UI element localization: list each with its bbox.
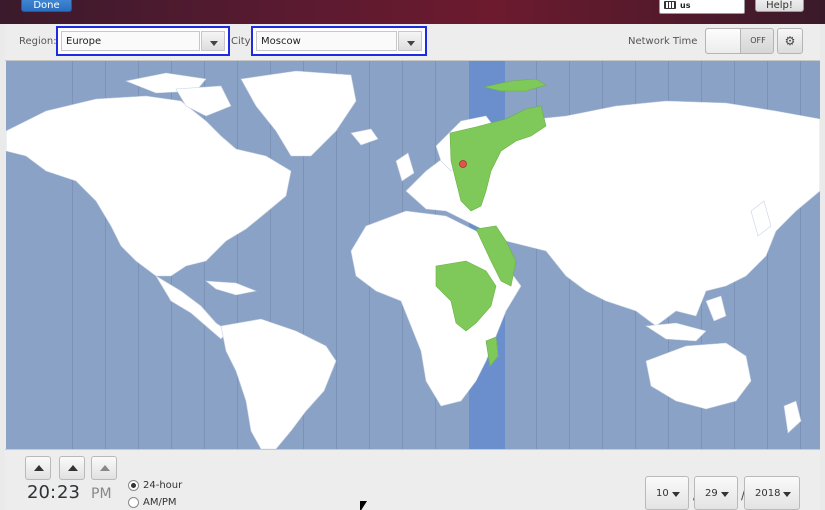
timezone-toolbar: Region: Europe City: Moscow Network Time… — [5, 24, 820, 61]
keyboard-layout-indicator[interactable]: us — [659, 0, 745, 14]
location-pin-icon — [459, 160, 467, 168]
format-24h-label: 24-hour — [143, 480, 183, 491]
time-hours: 20 — [27, 482, 50, 503]
hour-up-button[interactable] — [25, 456, 51, 480]
city-value[interactable]: Moscow — [256, 31, 397, 51]
time-minutes: 23 — [57, 482, 80, 503]
network-time-switch[interactable]: OFF — [705, 28, 774, 54]
switch-state: OFF — [750, 36, 766, 45]
chevron-down-icon[interactable] — [398, 31, 422, 51]
keyboard-layout-label: us — [680, 0, 691, 10]
city-combobox[interactable]: Moscow — [251, 26, 427, 56]
time-separator: : — [50, 482, 57, 503]
world-map-land — [6, 70, 820, 449]
keyboard-icon — [664, 1, 676, 9]
chevron-down-icon[interactable] — [201, 31, 225, 51]
city-label: City: — [231, 36, 254, 47]
help-button[interactable]: Help! — [755, 0, 804, 12]
network-time-settings-button[interactable]: ⚙ — [777, 28, 803, 54]
region-combobox[interactable]: Europe — [56, 26, 230, 56]
region-value[interactable]: Europe — [61, 31, 200, 51]
time-period: PM — [91, 486, 112, 502]
gear-icon: ⚙ — [784, 34, 796, 48]
format-ampm-radio[interactable] — [128, 497, 139, 508]
network-time-label: Network Time — [628, 36, 698, 47]
format-ampm-label: AM/PM — [143, 497, 177, 508]
top-bar: Done us Help! — [0, 0, 825, 24]
switch-knob[interactable] — [706, 29, 741, 53]
timezone-map[interactable] — [6, 61, 820, 449]
minute-up-button[interactable] — [59, 456, 85, 480]
period-up-button[interactable] — [91, 456, 117, 480]
year-dropdown[interactable]: 2018 — [744, 476, 800, 510]
time-date-panel: 20 : 23 PM 24-hour AM/PM 10 / 29 / 2018 — [5, 449, 820, 510]
day-dropdown[interactable]: 29 — [694, 476, 738, 510]
format-24h-radio[interactable] — [128, 480, 139, 491]
mouse-cursor — [360, 501, 367, 510]
region-label: Region: — [19, 36, 57, 47]
month-dropdown[interactable]: 10 — [645, 476, 689, 510]
done-button[interactable]: Done — [21, 0, 72, 12]
